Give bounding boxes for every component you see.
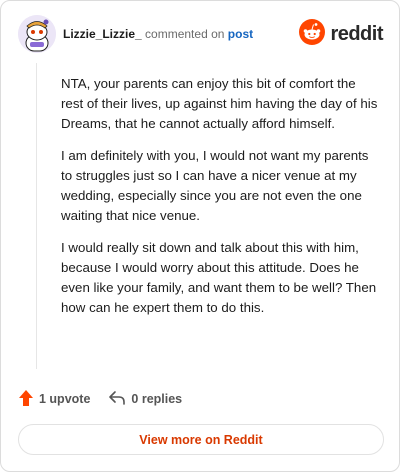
snoo-avatar-icon[interactable] (18, 15, 56, 53)
replies-button[interactable]: 0 replies (108, 390, 182, 409)
comment-actions: 1 upvote 0 replies (18, 389, 182, 409)
comment-header: Lizzie_Lizzie_ commented on post reddit (18, 15, 383, 55)
upvote-count: 1 upvote (39, 392, 91, 406)
reply-arrow-icon (108, 390, 131, 409)
reddit-logo-icon (299, 18, 326, 50)
comment-body: NTA, your parents can enjoy this bit of … (61, 74, 379, 330)
post-link[interactable]: post (228, 27, 253, 41)
thread-line (36, 63, 37, 369)
view-more-on-reddit-button[interactable]: View more on Reddit (18, 424, 384, 455)
reddit-brand[interactable]: reddit (299, 18, 383, 50)
upvote-arrow-icon (18, 389, 39, 410)
action-text: commented on (145, 27, 225, 41)
comment-paragraph: I would really sit down and talk about t… (61, 240, 377, 315)
upvote-button[interactable]: 1 upvote (18, 389, 90, 410)
replies-count: 0 replies (131, 392, 183, 406)
comment-paragraph: NTA, your parents can enjoy this bit of … (61, 76, 378, 131)
comment-paragraph: I am definitely with you, I would not wa… (61, 148, 369, 223)
reddit-wordmark: reddit (330, 22, 383, 45)
author-name[interactable]: Lizzie_Lizzie_ (63, 27, 142, 41)
comment-attribution: Lizzie_Lizzie_ commented on post (63, 27, 253, 41)
comment-embed-card: Lizzie_Lizzie_ commented on post reddit (0, 0, 400, 472)
